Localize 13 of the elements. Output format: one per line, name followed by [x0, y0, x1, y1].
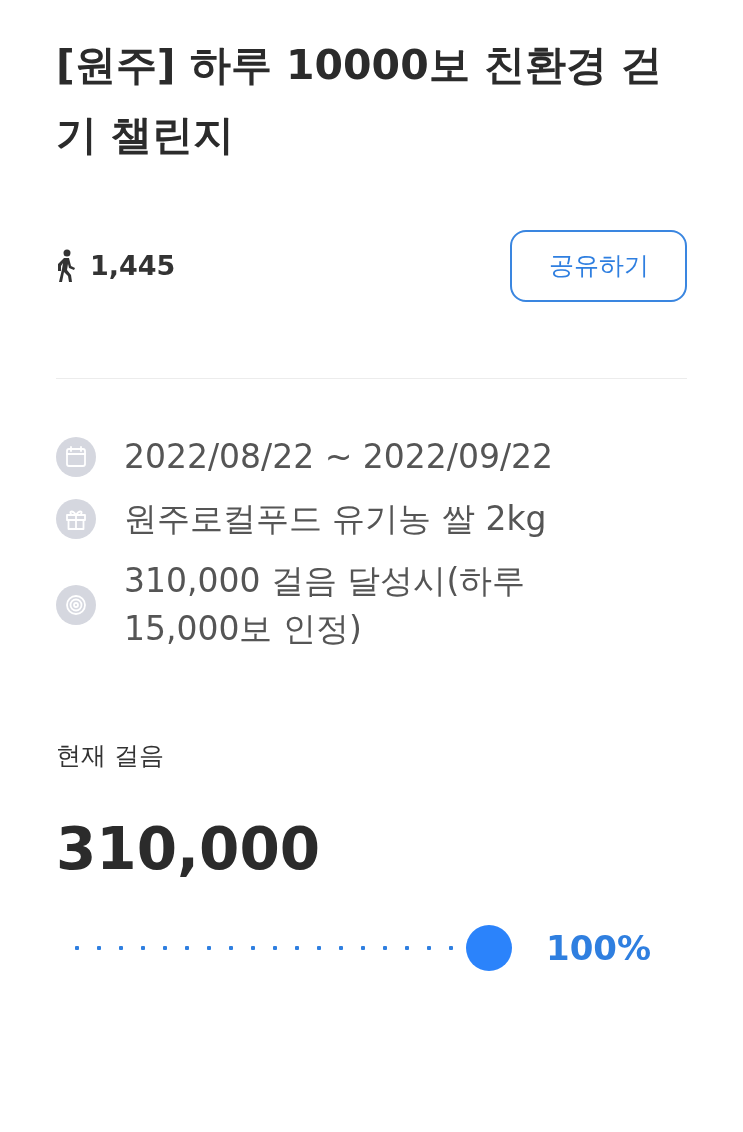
info-text: 2022/08/22 ~ 2022/09/22 [124, 436, 555, 478]
progress-percent: 100% [546, 926, 652, 970]
current-steps-label: 현재 걸음 [56, 740, 165, 772]
info-text: 원주로컬푸드 유기농 쌀 2kg [124, 498, 548, 540]
walking-person-icon [56, 249, 76, 283]
gift-icon [56, 499, 96, 539]
calendar-icon [56, 437, 96, 477]
current-steps-value: 310,000 [56, 813, 322, 885]
share-button[interactable]: 공유하기 [510, 230, 687, 302]
participant-count: 1,445 [90, 248, 176, 283]
target-icon [56, 585, 96, 625]
info-text: 310,000 걸음 달성시(하루 15,000보 인정) [124, 560, 527, 650]
challenge-title: [원주] 하루 10000보 친환경 걷기 챌린지 [56, 40, 664, 161]
